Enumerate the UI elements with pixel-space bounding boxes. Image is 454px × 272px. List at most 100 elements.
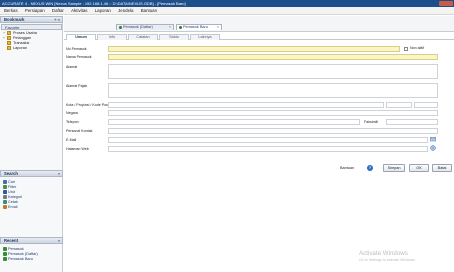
menu-aktivitas[interactable]: Aktivitas [71,8,87,13]
field-label: Kota / Propinsi / Kode Pos [66,103,108,107]
postal-code-input[interactable] [414,102,438,108]
recent-panel-collapse-icon[interactable]: » [58,238,60,244]
tree-item-label: Transaksi [13,41,30,45]
city-input[interactable] [108,102,384,108]
search-link[interactable]: Email [3,205,18,210]
close-icon[interactable]: × [169,25,171,30]
field-label: No Pemasok [66,47,87,51]
field-label: Halaman Web [66,147,89,151]
field-label: Nama Pemasok [66,55,92,59]
recent-panel-title: Recent [4,238,18,243]
recent-link-label: Pemasok [8,247,24,251]
search-link-label: Cetak [8,200,18,204]
save-button[interactable]: Simpan [383,164,405,172]
watermark-title: Activate Windows [359,250,408,257]
search-panel-header[interactable]: Search » [0,170,63,177]
contact-person-input[interactable] [108,128,438,134]
window-controls[interactable] [439,1,453,6]
supplier-icon [3,257,7,261]
website-input[interactable] [108,146,428,152]
subtab-info[interactable]: Info [97,34,127,40]
bookmark-panel-controls[interactable]: + × [54,17,60,23]
phone-input[interactable] [108,119,360,125]
window-title: ACCURATE 4 - NEXUS WIN [Nexus Sample : 1… [2,1,186,6]
watermark-subtitle: Go to Settings to activate Windows. [359,258,416,262]
menu-bar: Berkas Persiapan Daftar Aktivitas Lapora… [0,7,454,15]
window-title-bar: ACCURATE 4 - NEXUS WIN [Nexus Sample : 1… [0,0,454,7]
menu-berkas[interactable]: Berkas [4,8,18,13]
field-label: E-Mail [66,138,77,142]
address-input[interactable] [108,64,438,79]
supplier-form: Umum Info Catatan Saldo Lainnya No Pemas… [64,31,454,272]
folder-icon [7,31,11,35]
tree-item-label: Laporan [13,46,27,50]
supplier-name-input[interactable] [108,54,438,60]
menu-jendela[interactable]: Jendela [118,8,133,13]
subtab-notes[interactable]: Catatan [128,34,158,40]
fax-input[interactable] [386,119,438,125]
country-input[interactable] [108,110,438,116]
tab-new-supplier[interactable]: Pemasok Baru × [176,24,222,30]
close-icon[interactable]: × [217,25,219,30]
bookmark-panel-header[interactable]: Bookmark + × [0,16,63,23]
help-label[interactable]: Bantuan [340,165,354,171]
tree-item-label: Proses Usaha [13,31,37,35]
fax-label: Faksimili [364,120,378,124]
menu-persiapan[interactable]: Persiapan [25,8,45,13]
search-link-label: Kategori [8,195,23,199]
category-icon [3,195,7,199]
folder-icon [7,36,11,40]
cancel-button[interactable]: Batal [432,164,452,172]
supplier-icon [3,252,7,256]
folder-icon [7,41,11,45]
supplier-icon [3,247,7,251]
email-input[interactable] [108,137,428,143]
bookmark-panel-title: Bookmark [4,17,25,22]
favorites-header[interactable]: Favorite [1,24,62,30]
tab-label: Pemasok Baru [183,25,208,29]
recent-link[interactable]: Pemasok Baru [3,257,33,262]
subtab-other[interactable]: Lainnya [190,34,220,40]
recent-panel-header[interactable]: Recent » [0,237,63,244]
tab-supplier-list[interactable]: Pemasok (Daftar) × [116,24,174,30]
subtab-general[interactable]: Umum [66,34,96,40]
search-panel-title: Search [4,171,18,176]
open-website-icon[interactable] [430,145,436,151]
field-label: Personal Kontak [66,129,93,133]
recent-link-label: Pemasok Baru [8,257,33,261]
field-label: Telepon [66,120,79,124]
tax-address-input[interactable] [108,83,438,98]
print-icon [3,200,7,204]
send-email-icon[interactable] [430,136,436,142]
supplier-no-input[interactable] [108,46,400,52]
province-input[interactable] [386,102,412,108]
search-panel-collapse-icon[interactable]: » [58,171,60,177]
search-link-label: Email [8,205,18,209]
menu-laporan[interactable]: Laporan [95,8,111,13]
favorites-title: Favorite [5,25,20,30]
help-icon[interactable]: ? [367,165,373,171]
inactive-checkbox-label: Non aktif [410,46,425,50]
menu-bantuan[interactable]: Bantuan [141,8,157,13]
tree-item[interactable]: Laporan [3,46,27,51]
search-link-label: Urut [8,190,16,194]
field-label: Alamat [66,65,78,69]
folder-icon [7,46,11,50]
tree-item-label: Pelanggan [13,36,32,40]
menu-daftar[interactable]: Daftar [52,8,64,13]
field-label: Alamat Pajak [66,84,88,88]
form-subtabs: Umum Info Catatan Saldo Lainnya [64,32,454,40]
activation-watermark: Activate Windows Go to Settings to activ… [359,250,416,262]
filter-icon [3,185,7,189]
sidebar: Bookmark + × Favorite + Proses Usaha + Pel… [0,16,63,272]
email-icon [3,205,7,209]
subtab-balance[interactable]: Saldo [159,34,189,40]
ok-button[interactable]: OK [409,164,429,172]
inactive-checkbox[interactable] [404,47,408,51]
supplier-icon [178,26,182,29]
recent-link-label: Pemasok (Daftar) [8,252,38,256]
search-icon [3,180,7,184]
search-link-label: Filter [8,185,17,189]
document-tab-strip: Pemasok (Daftar) × Pemasok Baru × [64,16,454,31]
supplier-icon [118,26,122,29]
